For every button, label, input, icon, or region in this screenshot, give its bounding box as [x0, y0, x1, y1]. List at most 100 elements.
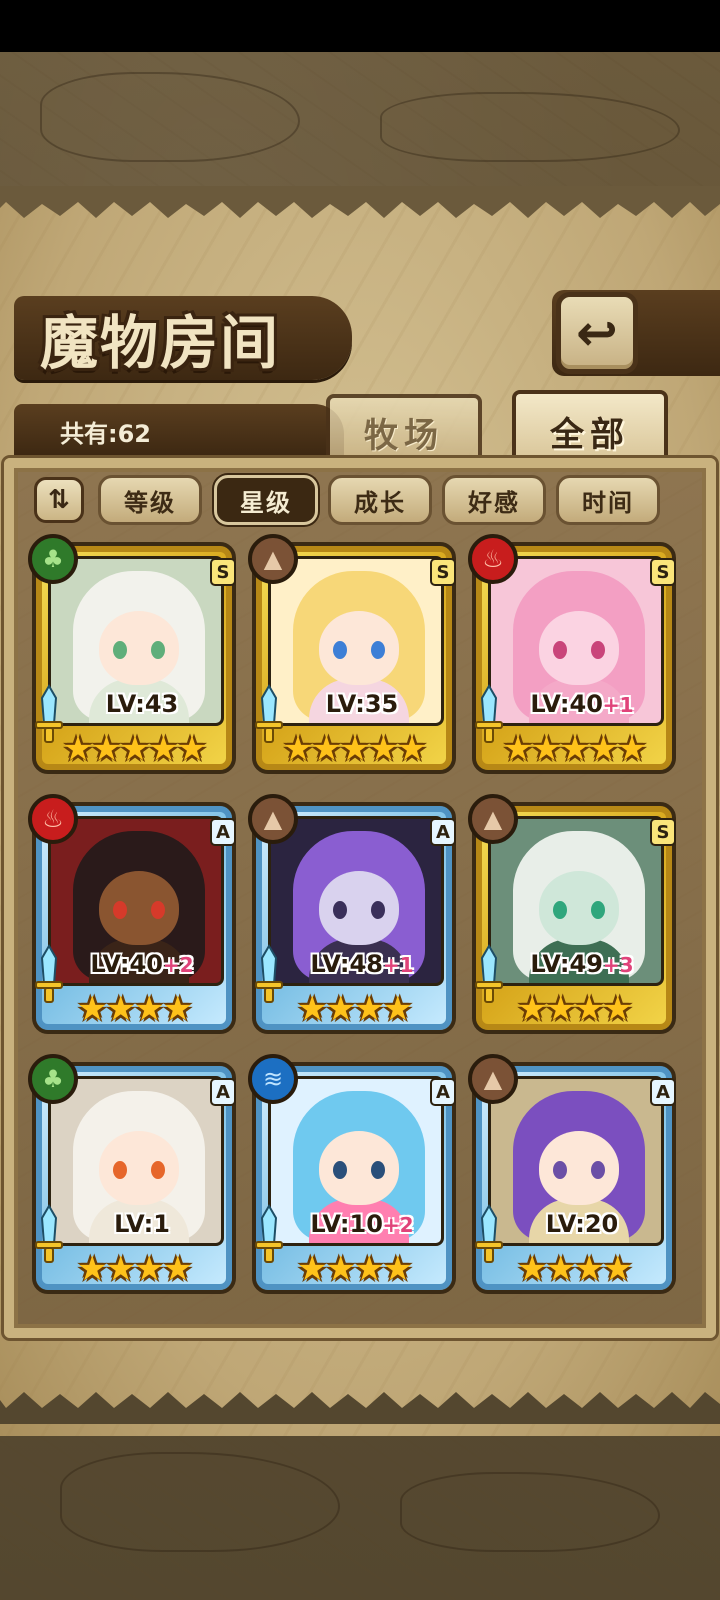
monster-card[interactable]: A ♨ LV:40+2 ★★★★ [28, 794, 240, 1038]
return-icon: ↩ [576, 304, 618, 362]
monster-level: LV:49+3 [502, 950, 662, 978]
sort-star-button[interactable]: 星级 [214, 475, 318, 525]
monster-level: LV:48+1 [282, 950, 442, 978]
element-glyph: ≋ [262, 1065, 284, 1093]
level-value: LV:40 [530, 690, 603, 718]
monster-card[interactable]: S ♣ LV:43 ★★★★★ [28, 534, 240, 778]
element-glyph: ♨ [482, 545, 504, 573]
rank-letter: A [436, 821, 450, 843]
rank-badge: A [210, 1078, 236, 1106]
tab-ranch[interactable]: 牧场 [326, 394, 482, 466]
star-rating: ★★★★★ [502, 729, 647, 769]
monster-level: LV:35 [282, 690, 442, 718]
status-bar [0, 0, 720, 52]
grass-element-icon: ♣ [28, 534, 78, 584]
level-value: LV:35 [325, 690, 399, 718]
page-title-banner: 魔物房间 [14, 296, 352, 380]
monster-level: LV:40+1 [502, 690, 662, 718]
sort-affection-button[interactable]: 好感 [442, 475, 546, 525]
level-value: LV:40 [90, 950, 163, 978]
sort-star-label: 星级 [240, 488, 292, 517]
star-rating: ★★★★ [517, 1249, 633, 1289]
rank-letter: S [436, 561, 450, 583]
element-glyph: ♨ [42, 805, 64, 833]
level-value: LV:49 [530, 950, 603, 978]
rank-badge: A [430, 1078, 456, 1106]
sort-growth-button[interactable]: 成长 [328, 475, 432, 525]
star-rating: ★★★★ [297, 989, 413, 1029]
level-bonus: +1 [382, 953, 414, 977]
monster-card[interactable]: S ♨ LV:40+1 ★★★★★ [468, 534, 680, 778]
star-rating: ★★★★★ [282, 729, 427, 769]
rank-badge: S [650, 818, 676, 846]
back-button[interactable]: ↩ [556, 292, 638, 374]
tab-all[interactable]: 全部 [512, 390, 668, 468]
fire-element-icon: ♨ [468, 534, 518, 584]
level-value: LV:20 [545, 1210, 619, 1238]
level-bonus: +1 [602, 693, 634, 717]
rank-letter: A [656, 1081, 670, 1103]
star-rating: ★★★★★ [62, 729, 207, 769]
sort-order-icon: ⇅ [48, 485, 70, 515]
element-glyph: ▲ [263, 805, 283, 833]
earth-element-icon: ▲ [248, 534, 298, 584]
element-glyph: ♣ [42, 545, 64, 573]
monster-card[interactable]: A ≋ LV:10+2 ★★★★ [248, 1054, 460, 1298]
sort-level-label: 等级 [124, 488, 176, 517]
rank-letter: A [216, 821, 230, 843]
monster-card[interactable]: S ▲ LV:49+3 ★★★★ [468, 794, 680, 1038]
earth-element-icon: ▲ [468, 1054, 518, 1104]
star-rating: ★★★★ [77, 1249, 193, 1289]
rank-badge: S [210, 558, 236, 586]
torn-edge-bottom [0, 1392, 720, 1424]
sort-order-toggle[interactable]: ⇅ [34, 477, 84, 523]
sort-time-button[interactable]: 时间 [556, 475, 660, 525]
rank-letter: A [216, 1081, 230, 1103]
level-value: LV:10 [310, 1210, 383, 1238]
element-glyph: ♣ [42, 1065, 64, 1093]
monster-card[interactable]: A ▲ LV:20 ★★★★ [468, 1054, 680, 1298]
count-value: 62 [117, 420, 152, 448]
monster-card[interactable]: A ♣ LV:1 ★★★★ [28, 1054, 240, 1298]
grass-element-icon: ♣ [28, 1054, 78, 1104]
rank-letter: S [656, 821, 670, 843]
level-value: LV:1 [114, 1210, 170, 1238]
monster-level: LV:20 [502, 1210, 662, 1238]
element-glyph: ▲ [263, 545, 283, 573]
star-rating: ★★★★ [297, 1249, 413, 1289]
level-value: LV:43 [105, 690, 179, 718]
element-glyph: ▲ [483, 805, 503, 833]
star-rating: ★★★★ [77, 989, 193, 1029]
sort-growth-label: 成长 [354, 488, 406, 517]
torn-edge-top [0, 186, 720, 218]
rank-letter: S [216, 561, 230, 583]
count-label: 共有: [60, 420, 118, 448]
level-bonus: +2 [162, 953, 194, 977]
earth-element-icon: ▲ [248, 794, 298, 844]
earth-element-icon: ▲ [468, 794, 518, 844]
page-title: 魔物房间 [40, 309, 281, 377]
sort-time-label: 时间 [582, 488, 634, 517]
rank-letter: S [656, 561, 670, 583]
monster-count: 共有:62 [14, 404, 344, 456]
star-rating: ★★★★ [517, 989, 633, 1029]
level-value: LV:48 [310, 950, 383, 978]
element-glyph: ▲ [483, 1065, 503, 1093]
tab-ranch-label: 牧场 [364, 415, 444, 456]
rank-badge: A [430, 818, 456, 846]
tab-all-label: 全部 [550, 414, 630, 455]
level-bonus: +2 [382, 1213, 414, 1237]
sort-affection-label: 好感 [468, 488, 520, 517]
level-bonus: +3 [602, 953, 634, 977]
rank-badge: A [650, 1078, 676, 1106]
monster-card[interactable]: A ▲ LV:48+1 ★★★★ [248, 794, 460, 1038]
monster-level: LV:43 [62, 690, 222, 718]
rank-letter: A [436, 1081, 450, 1103]
monster-card[interactable]: S ▲ LV:35 ★★★★★ [248, 534, 460, 778]
fire-element-icon: ♨ [28, 794, 78, 844]
sort-level-button[interactable]: 等级 [98, 475, 202, 525]
monster-level: LV:1 [62, 1210, 222, 1238]
rank-badge: S [650, 558, 676, 586]
rank-badge: A [210, 818, 236, 846]
water-element-icon: ≋ [248, 1054, 298, 1104]
